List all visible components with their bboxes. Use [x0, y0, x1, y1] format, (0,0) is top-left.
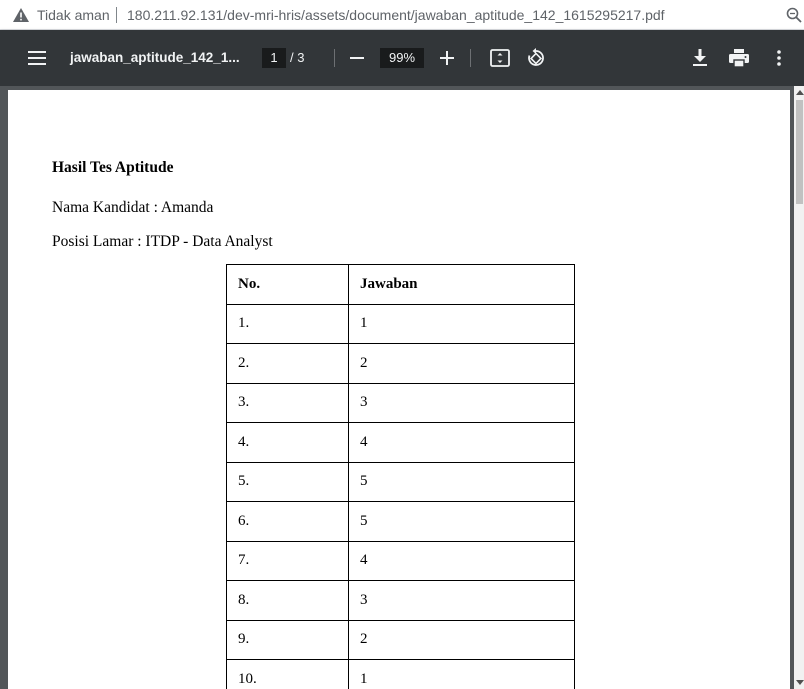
magnifier-icon[interactable] — [786, 7, 802, 23]
column-header-no: No. — [226, 264, 349, 305]
page-total: / 3 — [290, 50, 305, 65]
table-row: 6. 5 — [226, 501, 575, 542]
table-row: 7. 4 — [226, 540, 575, 581]
row-answer: 3 — [348, 580, 575, 621]
row-number: 6. — [226, 501, 349, 542]
table-row: 1. 1 — [226, 303, 575, 344]
minus-icon — [350, 57, 364, 59]
table-row: 10. 1 — [226, 659, 575, 689]
toolbar-divider — [334, 49, 335, 67]
warning-triangle-icon[interactable] — [13, 8, 29, 22]
row-answer: 2 — [348, 343, 575, 384]
url-text[interactable]: 180.211.92.131/dev-mri-hris/assets/docum… — [127, 7, 665, 23]
applied-position: Posisi Lamar : ITDP - Data Analyst — [52, 233, 273, 250]
row-answer: 4 — [348, 540, 575, 581]
row-number: 7. — [226, 540, 349, 581]
download-icon — [693, 49, 707, 66]
row-number: 3. — [226, 382, 349, 423]
more-vert-icon — [777, 50, 781, 66]
row-answer: 4 — [348, 422, 575, 463]
table-row: 8. 3 — [226, 580, 575, 621]
address-divider — [116, 7, 117, 23]
print-icon — [729, 49, 749, 67]
row-number: 2. — [226, 343, 349, 384]
scrollbar-thumb[interactable] — [796, 100, 803, 204]
fit-page-icon — [490, 49, 510, 67]
zoom-level-input[interactable]: 99% — [380, 48, 424, 68]
pdf-toolbar: jawaban_aptitude_142_1... 1 / 3 99% — [0, 30, 804, 86]
address-bar[interactable]: Tidak aman 180.211.92.131/dev-mri-hris/a… — [0, 0, 804, 30]
zoom-out-button[interactable] — [346, 47, 368, 69]
row-answer: 2 — [348, 619, 575, 660]
pdf-page[interactable]: Hasil Tes Aptitude Nama Kandidat : Amand… — [8, 90, 790, 689]
row-number: 10. — [226, 659, 349, 689]
row-number: 5. — [226, 461, 349, 502]
more-options-button[interactable] — [768, 46, 790, 70]
table-row: 4. 4 — [226, 422, 575, 463]
row-answer: 5 — [348, 461, 575, 502]
row-number: 9. — [226, 619, 349, 660]
answers-table: No. Jawaban 1. 1 2. 2 3. 3 4. 4 5. 5 6. … — [226, 264, 575, 689]
table-row: 5. 5 — [226, 461, 575, 502]
document-heading: Hasil Tes Aptitude — [52, 159, 174, 176]
menu-button[interactable] — [22, 46, 52, 70]
security-status-label[interactable]: Tidak aman — [37, 7, 110, 23]
download-button[interactable] — [688, 46, 712, 70]
row-number: 4. — [226, 422, 349, 463]
table-header-row: No. Jawaban — [226, 264, 575, 305]
print-button[interactable] — [727, 46, 751, 70]
pdf-viewer[interactable]: Hasil Tes Aptitude Nama Kandidat : Amand… — [0, 86, 804, 689]
table-row: 2. 2 — [226, 343, 575, 384]
row-number: 8. — [226, 580, 349, 621]
row-number: 1. — [226, 303, 349, 344]
zoom-in-button[interactable] — [436, 47, 458, 69]
rotate-button[interactable] — [524, 46, 548, 70]
column-header-answer: Jawaban — [348, 264, 575, 305]
menu-icon — [28, 51, 46, 65]
page-number-input[interactable]: 1 — [262, 48, 286, 68]
table-row: 3. 3 — [226, 382, 575, 423]
table-row: 9. 2 — [226, 619, 575, 660]
rotate-icon — [528, 48, 544, 66]
row-answer: 3 — [348, 382, 575, 423]
scroll-down-arrow-icon[interactable] — [796, 680, 804, 685]
row-answer: 1 — [348, 303, 575, 344]
row-answer: 1 — [348, 659, 575, 689]
candidate-name: Nama Kandidat : Amanda — [52, 199, 214, 216]
row-answer: 5 — [348, 501, 575, 542]
scroll-up-arrow-icon[interactable] — [796, 90, 804, 95]
fit-to-page-button[interactable] — [488, 46, 512, 70]
plus-icon — [440, 51, 454, 65]
toolbar-divider — [470, 49, 471, 67]
document-title: jawaban_aptitude_142_1... — [70, 50, 240, 65]
